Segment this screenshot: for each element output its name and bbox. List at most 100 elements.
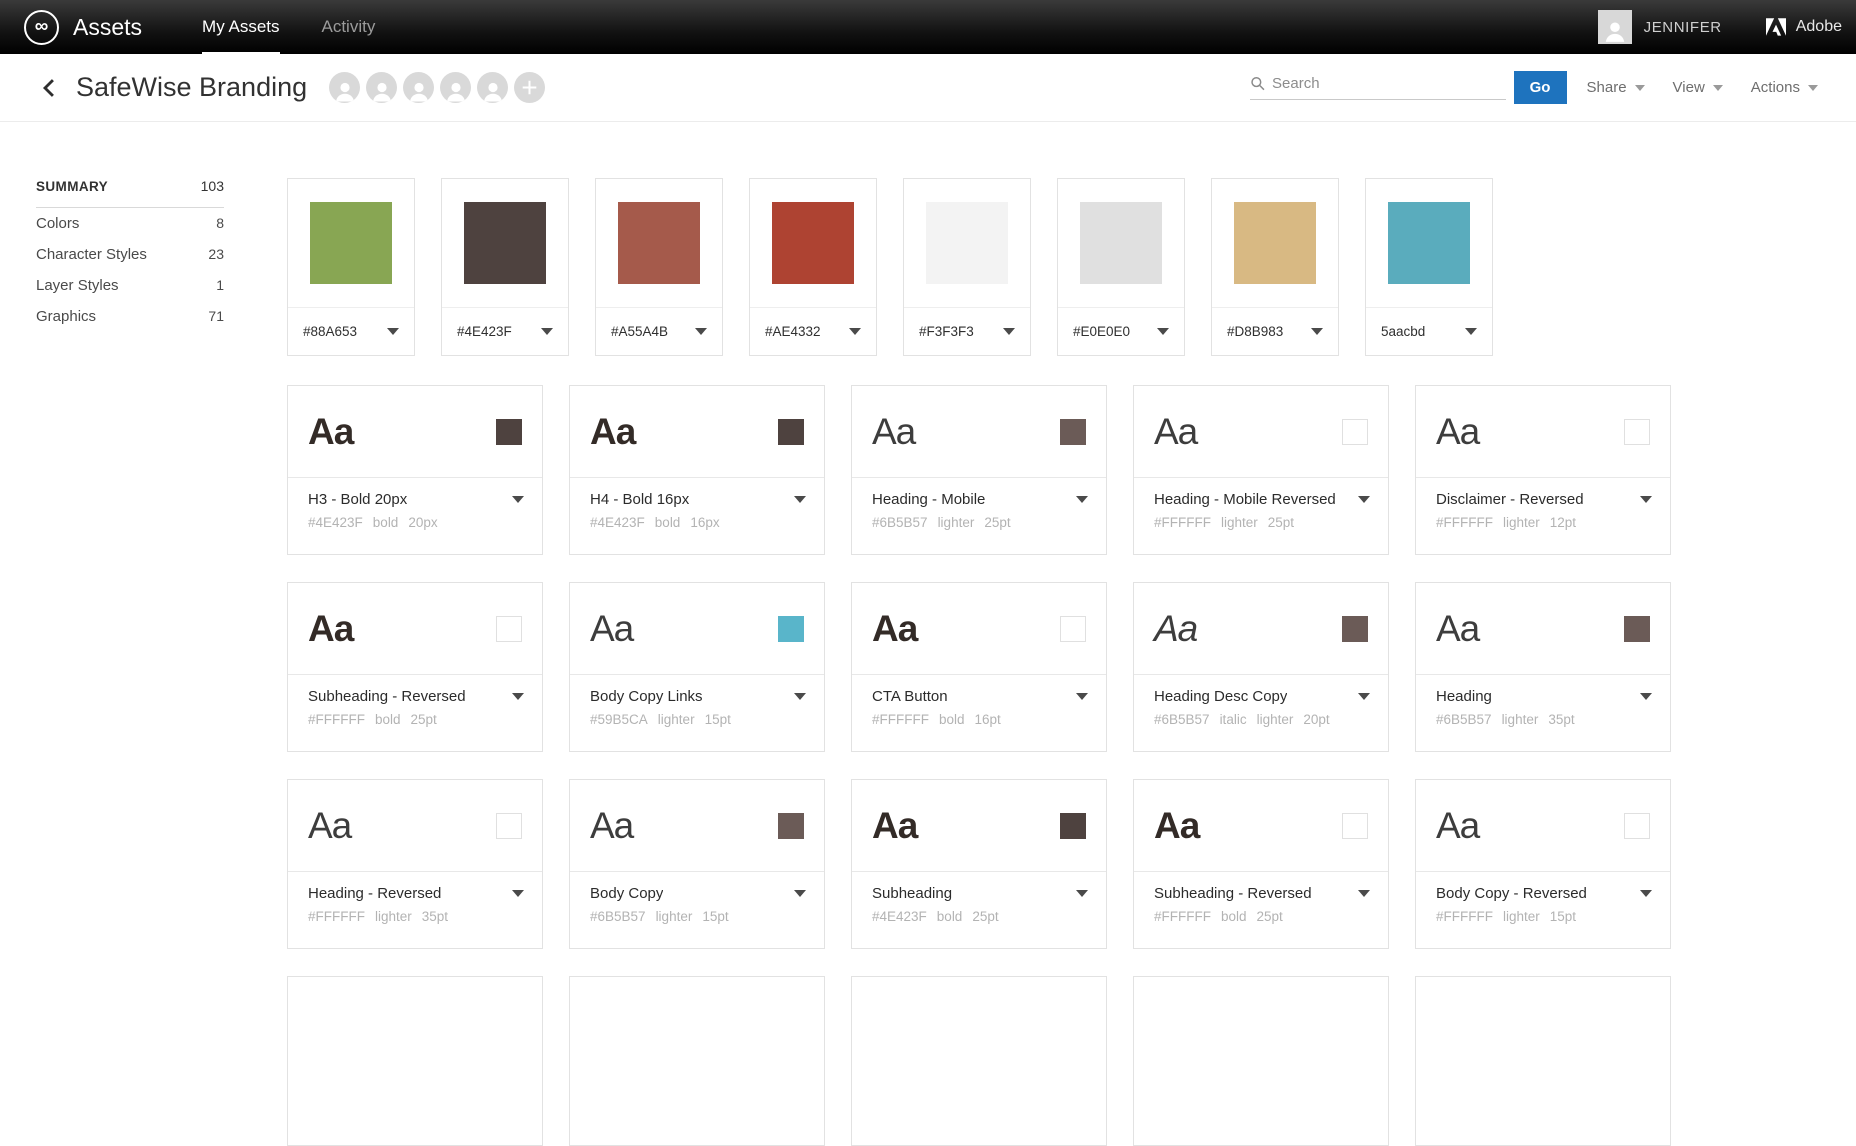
color-asset-card[interactable]: #D8B983: [1211, 178, 1339, 356]
style-sample-text: Aa: [590, 610, 633, 647]
chevron-down-icon[interactable]: [1311, 328, 1323, 335]
style-name: H3 - Bold 20px: [308, 491, 407, 508]
style-details: #FFFFFFlighter15pt: [1436, 909, 1652, 924]
style-sample-text: Aa: [308, 610, 353, 647]
style-detail-token: #FFFFFF: [308, 712, 365, 727]
chevron-down-icon[interactable]: [1157, 328, 1169, 335]
style-color-swatch: [778, 813, 804, 839]
character-style-card[interactable]: Aa Heading #6B5B57lighter35pt: [1415, 582, 1671, 752]
style-color-swatch: [1342, 419, 1368, 445]
chevron-down-icon[interactable]: [1640, 496, 1652, 503]
actions-menu-label: Actions: [1751, 79, 1800, 96]
search-input[interactable]: [1272, 75, 1506, 92]
character-style-card[interactable]: Aa Body Copy Links #59B5CAlighter15pt: [569, 582, 825, 752]
actions-menu[interactable]: Actions: [1751, 79, 1818, 96]
chevron-down-icon[interactable]: [794, 890, 806, 897]
color-asset-card[interactable]: #88A653: [287, 178, 415, 356]
style-detail-token: 25pt: [984, 515, 1010, 530]
chevron-down-icon[interactable]: [794, 693, 806, 700]
search-field[interactable]: [1250, 75, 1506, 100]
chevron-down-icon[interactable]: [512, 890, 524, 897]
tab-activity[interactable]: Activity: [322, 0, 376, 54]
sidebar-item-label: Colors: [36, 215, 79, 232]
character-style-card[interactable]: Aa Subheading #4E423Fbold25pt: [851, 779, 1107, 949]
collaborator-avatar[interactable]: [477, 72, 508, 103]
style-color-swatch: [778, 419, 804, 445]
share-menu[interactable]: Share: [1587, 79, 1645, 96]
style-preview-area: Aa: [1416, 386, 1670, 478]
collaborator-avatar[interactable]: [366, 72, 397, 103]
user-name-label[interactable]: JENNIFER: [1644, 19, 1722, 36]
style-details: #6B5B57italiclighter20pt: [1154, 712, 1370, 727]
chevron-down-icon[interactable]: [1076, 890, 1088, 897]
chevron-down-icon[interactable]: [512, 693, 524, 700]
chevron-down-icon[interactable]: [1076, 693, 1088, 700]
sidebar-item-character-styles[interactable]: Character Styles 23: [36, 239, 224, 270]
user-avatar[interactable]: [1598, 10, 1632, 44]
character-style-card[interactable]: Aa CTA Button #FFFFFFbold16pt: [851, 582, 1107, 752]
collaborator-avatar[interactable]: [440, 72, 471, 103]
search-go-button[interactable]: Go: [1514, 71, 1567, 104]
character-style-card[interactable]: Aa Body Copy #6B5B57lighter15pt: [569, 779, 825, 949]
chevron-down-icon[interactable]: [1003, 328, 1015, 335]
tab-my-assets[interactable]: My Assets: [202, 0, 279, 54]
top-nav-tabs: My Assets Activity: [202, 0, 375, 54]
add-collaborator-button[interactable]: [514, 72, 545, 103]
chevron-down-icon[interactable]: [1640, 693, 1652, 700]
style-detail-token: 20pt: [1303, 712, 1329, 727]
character-style-card[interactable]: Aa Subheading - Reversed #FFFFFFbold25pt: [287, 582, 543, 752]
style-detail-token: lighter: [938, 515, 975, 530]
chevron-down-icon[interactable]: [794, 496, 806, 503]
view-menu[interactable]: View: [1673, 79, 1723, 96]
chevron-down-icon[interactable]: [1465, 328, 1477, 335]
color-asset-card[interactable]: #F3F3F3: [903, 178, 1031, 356]
sidebar-item-colors[interactable]: Colors 8: [36, 208, 224, 239]
style-detail-token: bold: [1221, 909, 1247, 924]
style-detail-token: #FFFFFF: [1154, 515, 1211, 530]
chevron-down-icon[interactable]: [695, 328, 707, 335]
style-color-swatch: [1342, 616, 1368, 642]
sidebar-item-graphics[interactable]: Graphics 71: [36, 301, 224, 332]
collaborator-avatar[interactable]: [403, 72, 434, 103]
chevron-down-icon[interactable]: [849, 328, 861, 335]
chevron-down-icon: [1713, 85, 1723, 91]
color-asset-card[interactable]: #E0E0E0: [1057, 178, 1185, 356]
character-styles-grid: Aa H3 - Bold 20px #4E423Fbold20px Aa H4 …: [287, 385, 1671, 1146]
chevron-down-icon[interactable]: [1358, 890, 1370, 897]
adobe-logo-icon: [1766, 18, 1786, 36]
character-style-card[interactable]: Aa Disclaimer - Reversed #FFFFFFlighter1…: [1415, 385, 1671, 555]
color-asset-card[interactable]: #4E423F: [441, 178, 569, 356]
color-asset-card[interactable]: #AE4332: [749, 178, 877, 356]
style-info-area: Subheading #4E423Fbold25pt: [852, 872, 1106, 948]
app-brand-label: Assets: [73, 14, 142, 41]
character-style-card[interactable]: Aa Heading Desc Copy #6B5B57italiclighte…: [1133, 582, 1389, 752]
chevron-down-icon[interactable]: [1076, 496, 1088, 503]
character-style-card[interactable]: Aa Heading - Mobile #6B5B57lighter25pt: [851, 385, 1107, 555]
style-details: #FFFFFFlighter12pt: [1436, 515, 1652, 530]
style-sample-text: Aa: [1154, 610, 1197, 647]
color-asset-card[interactable]: #A55A4B: [595, 178, 723, 356]
chevron-down-icon[interactable]: [1358, 496, 1370, 503]
style-detail-token: #FFFFFF: [1154, 909, 1211, 924]
chevron-down-icon[interactable]: [1640, 890, 1652, 897]
character-style-card[interactable]: Aa Heading - Mobile Reversed #FFFFFFligh…: [1133, 385, 1389, 555]
character-style-card[interactable]: Aa H4 - Bold 16px #4E423Fbold16px: [569, 385, 825, 555]
chevron-down-icon[interactable]: [1358, 693, 1370, 700]
character-style-card[interactable]: Aa Subheading - Reversed #FFFFFFbold25pt: [1133, 779, 1389, 949]
style-preview-area: Aa: [288, 583, 542, 675]
chevron-down-icon[interactable]: [387, 328, 399, 335]
chevron-down-icon[interactable]: [541, 328, 553, 335]
chevron-down-icon[interactable]: [512, 496, 524, 503]
character-style-card[interactable]: Aa H3 - Bold 20px #4E423Fbold20px: [287, 385, 543, 555]
character-style-card[interactable]: Aa Body Copy - Reversed #FFFFFFlighter15…: [1415, 779, 1671, 949]
style-detail-token: lighter: [1221, 515, 1258, 530]
sidebar-item-layer-styles[interactable]: Layer Styles 1: [36, 270, 224, 301]
collaborator-avatar[interactable]: [329, 72, 360, 103]
color-hex-label: #AE4332: [765, 324, 821, 339]
back-button[interactable]: [40, 75, 66, 101]
color-label-row: #F3F3F3: [904, 307, 1030, 355]
summary-label: SUMMARY: [36, 179, 108, 194]
style-details: #4E423Fbold25pt: [872, 909, 1088, 924]
color-asset-card[interactable]: 5aacbd: [1365, 178, 1493, 356]
character-style-card[interactable]: Aa Heading - Reversed #FFFFFFlighter35pt: [287, 779, 543, 949]
